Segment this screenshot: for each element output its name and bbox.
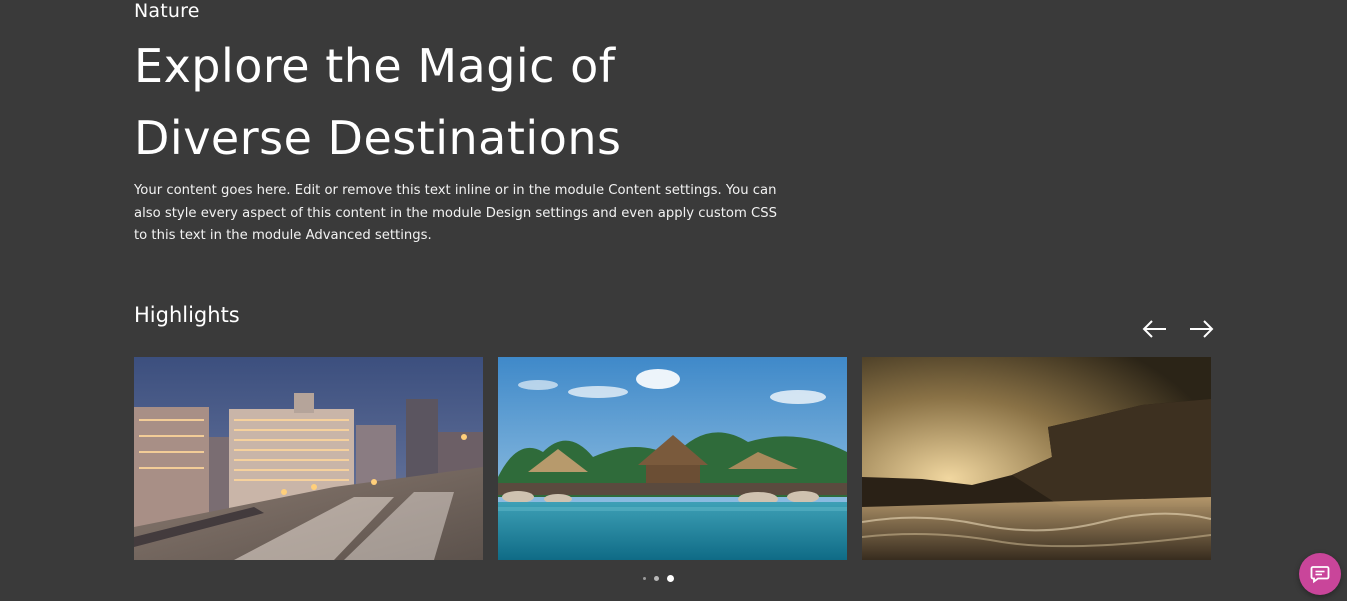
pagination-dot[interactable]: [643, 576, 646, 580]
city-night-highway-image: [134, 357, 483, 560]
carousel-next-button[interactable]: [1186, 314, 1216, 344]
chat-bubble-icon: [1310, 566, 1330, 584]
chat-button[interactable]: [1299, 553, 1341, 595]
carousel-pagination: [643, 574, 674, 582]
carousel-arrows: [1140, 314, 1216, 344]
highlights-carousel: [134, 357, 1213, 560]
page: Nature Explore the Magic of Diverse Dest…: [0, 0, 1347, 601]
coastal-cliff-sunset-image: [862, 357, 1211, 560]
pagination-dot-active[interactable]: [667, 574, 674, 582]
carousel-prev-button[interactable]: [1140, 314, 1170, 344]
intro-paragraph: Your content goes here. Edit or remove t…: [134, 183, 777, 243]
slide-city-night[interactable]: [134, 357, 483, 560]
highlights-heading: Highlights: [134, 303, 240, 327]
tropical-resort-beach-image: [498, 357, 847, 560]
arrow-left-icon: [1142, 320, 1166, 338]
page-title: Explore the Magic of Diverse Destination…: [134, 39, 622, 165]
slide-tropical-resort[interactable]: [498, 357, 847, 560]
slide-coastal-cliff[interactable]: [862, 357, 1211, 560]
pagination-dot[interactable]: [654, 575, 659, 581]
section-eyebrow: Nature: [134, 0, 200, 22]
arrow-right-icon: [1190, 320, 1214, 338]
